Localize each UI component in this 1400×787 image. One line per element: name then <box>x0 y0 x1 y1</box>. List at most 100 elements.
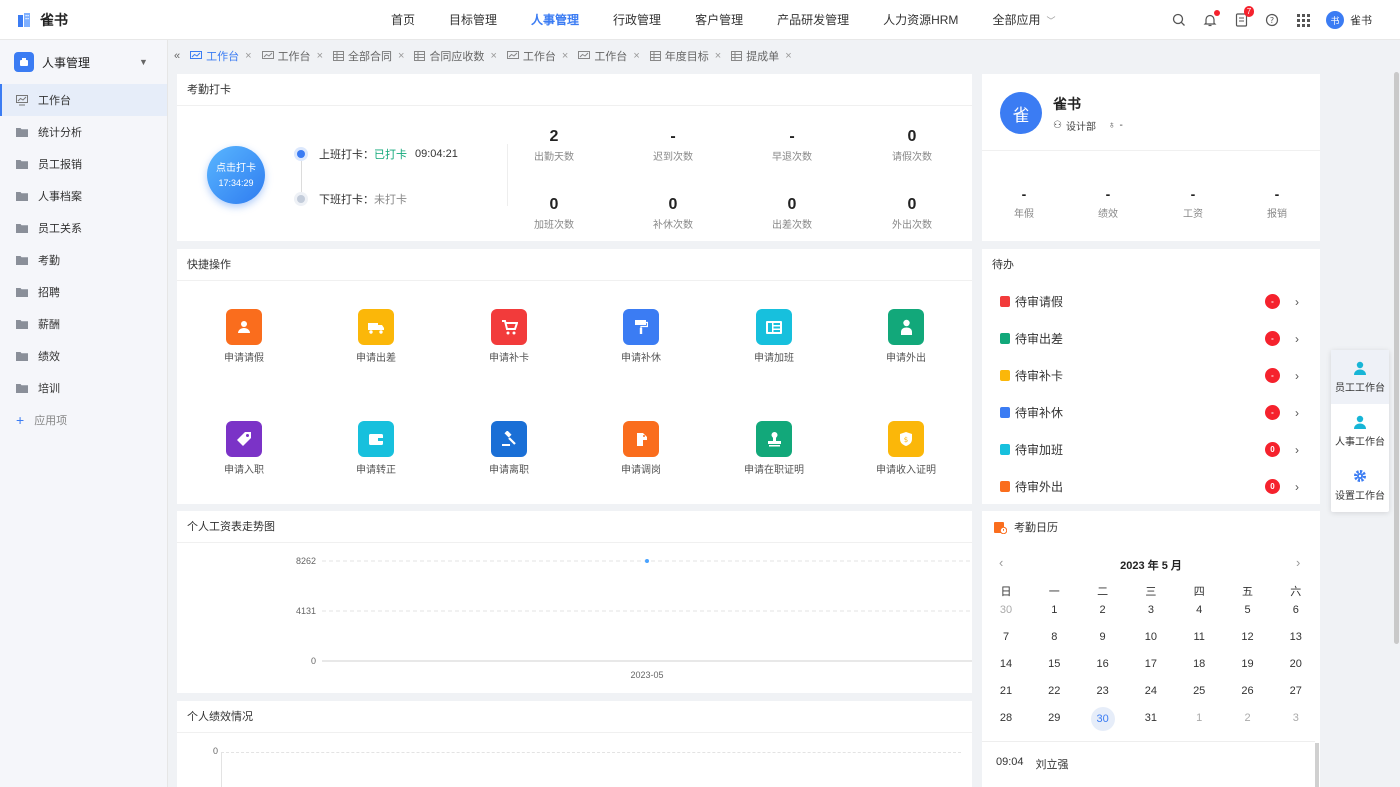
tab-workbench[interactable]: 工作台 × <box>190 48 252 64</box>
tab-workbench-2[interactable]: 工作台 × <box>261 48 323 64</box>
todo-item-overtime[interactable]: 待审加班 0 › <box>1000 441 1310 458</box>
calendar-day[interactable]: 16 <box>1088 658 1118 670</box>
calendar-day[interactable]: 23 <box>1088 685 1118 697</box>
calendar-scrollbar[interactable] <box>1315 743 1319 787</box>
calendar-day-today[interactable]: 30 <box>1090 707 1115 731</box>
sidebar-item-salary[interactable]: 薪酬 <box>0 308 167 340</box>
close-icon[interactable]: × <box>398 50 404 62</box>
close-icon[interactable]: × <box>490 50 496 62</box>
calendar-day[interactable]: 21 <box>991 685 1021 697</box>
calendar-day[interactable]: 27 <box>1281 685 1311 697</box>
hr-workbench-button[interactable]: 人事工作台 <box>1331 404 1389 458</box>
calendar-day[interactable]: 26 <box>1233 685 1263 697</box>
close-icon[interactable]: × <box>785 50 791 62</box>
tab-commission[interactable]: 提成单 × <box>731 48 792 64</box>
quick-apply-onboard[interactable]: 申请入职 <box>199 421 289 476</box>
calendar-day[interactable]: 14 <box>991 658 1021 670</box>
calendar-day[interactable]: 10 <box>1136 631 1166 643</box>
topnav-home[interactable]: 首页 <box>374 0 432 40</box>
calendar-day[interactable]: 9 <box>1088 631 1118 643</box>
sidebar-item-workbench[interactable]: 工作台 <box>0 84 167 116</box>
quick-apply-transfer[interactable]: 申请调岗 <box>596 421 686 476</box>
calendar-day[interactable]: 24 <box>1136 685 1166 697</box>
quick-apply-card-fix[interactable]: 申请补卡 <box>464 309 554 364</box>
sidebar-item-attendance[interactable]: 考勤 <box>0 244 167 276</box>
calendar-day[interactable]: 13 <box>1281 631 1311 643</box>
user-menu[interactable]: 书雀书 <box>1326 11 1372 29</box>
settings-workbench-button[interactable]: 设置工作台 <box>1331 458 1389 512</box>
tab-annual-goals[interactable]: 年度目标 × <box>649 48 721 64</box>
close-icon[interactable]: × <box>317 50 323 62</box>
data-point[interactable] <box>645 559 649 563</box>
calendar-day[interactable]: 2 <box>1233 712 1263 724</box>
calendar-day[interactable]: 20 <box>1281 658 1311 670</box>
tab-contracts[interactable]: 全部合同 × <box>333 48 404 64</box>
calendar-day[interactable]: 3 <box>1281 712 1311 724</box>
next-month-icon[interactable]: › <box>1296 555 1300 570</box>
tab-workbench-3[interactable]: 工作台 × <box>506 48 568 64</box>
calendar-day[interactable]: 3 <box>1136 604 1166 616</box>
topnav-hr[interactable]: 人事管理 <box>514 0 596 40</box>
calendar-day[interactable]: 11 <box>1184 631 1214 643</box>
sidebar-item-stats[interactable]: 统计分析 <box>0 116 167 148</box>
close-icon[interactable]: × <box>633 50 639 62</box>
quick-apply-leave[interactable]: 申请请假 <box>199 309 289 364</box>
topnav-all-apps[interactable]: 全部应用 ﹀ <box>975 0 1072 40</box>
topnav-customers[interactable]: 客户管理 <box>678 0 760 40</box>
todo-item-trip[interactable]: 待审出差 - › <box>1000 330 1310 347</box>
help-icon[interactable]: ? <box>1264 12 1280 28</box>
calendar-day[interactable]: 7 <box>991 631 1021 643</box>
calendar-day[interactable]: 17 <box>1136 658 1166 670</box>
collapse-tabs-icon[interactable]: « <box>174 50 180 62</box>
sidebar-item-records[interactable]: 人事档案 <box>0 180 167 212</box>
calendar-day[interactable]: 30 <box>991 604 1021 616</box>
calendar-day[interactable]: 6 <box>1281 604 1311 616</box>
todo-item-leave[interactable]: 待审请假 - › <box>1000 293 1310 310</box>
close-icon[interactable]: × <box>245 50 251 62</box>
quick-apply-regularize[interactable]: 申请转正 <box>331 421 421 476</box>
calendar-day[interactable]: 2 <box>1088 604 1118 616</box>
topnav-goals[interactable]: 目标管理 <box>432 0 514 40</box>
calendar-day[interactable]: 1 <box>1039 604 1069 616</box>
quick-apply-comp-off[interactable]: 申请补休 <box>596 309 686 364</box>
calendar-day[interactable]: 15 <box>1039 658 1069 670</box>
punch-button[interactable]: 点击打卡 17:34:29 <box>207 146 265 204</box>
quick-apply-trip[interactable]: 申请出差 <box>331 309 421 364</box>
calendar-day[interactable]: 31 <box>1136 712 1166 724</box>
page-scrollbar[interactable] <box>1394 72 1399 644</box>
module-selector[interactable]: 人事管理 ▼ <box>0 40 167 84</box>
quick-apply-resign[interactable]: 申请离职 <box>464 421 554 476</box>
search-icon[interactable] <box>1171 12 1187 28</box>
calendar-day[interactable]: 19 <box>1233 658 1263 670</box>
topnav-rnd[interactable]: 产品研发管理 <box>760 0 866 40</box>
sidebar-item-performance[interactable]: 绩效 <box>0 340 167 372</box>
calendar-day[interactable]: 4 <box>1184 604 1214 616</box>
todo-item-card-fix[interactable]: 待审补卡 - › <box>1000 367 1310 384</box>
calendar-day[interactable]: 22 <box>1039 685 1069 697</box>
sidebar-item-training[interactable]: 培训 <box>0 372 167 404</box>
document-icon[interactable]: 7 <box>1233 6 1254 28</box>
calendar-day[interactable]: 12 <box>1233 631 1263 643</box>
quick-apply-income-cert[interactable]: $ 申请收入证明 <box>861 421 951 476</box>
sidebar-item-relations[interactable]: 员工关系 <box>0 212 167 244</box>
quick-apply-employment-cert[interactable]: 申请在职证明 <box>729 421 819 476</box>
apps-grid-icon[interactable] <box>1295 12 1311 28</box>
tab-workbench-4[interactable]: 工作台 × <box>578 48 640 64</box>
calendar-day[interactable]: 28 <box>991 712 1021 724</box>
bell-icon[interactable] <box>1202 10 1220 28</box>
calendar-day[interactable]: 25 <box>1184 685 1214 697</box>
calendar-day[interactable]: 5 <box>1233 604 1263 616</box>
quick-apply-overtime[interactable]: 申请加班 <box>729 309 819 364</box>
calendar-day[interactable]: 8 <box>1039 631 1069 643</box>
calendar-day[interactable]: 1 <box>1184 712 1214 724</box>
quick-apply-outing[interactable]: 申请外出 <box>861 309 951 364</box>
topnav-hrm[interactable]: 人力资源HRM <box>866 0 975 40</box>
todo-item-comp-off[interactable]: 待审补休 - › <box>1000 404 1310 421</box>
topnav-admin[interactable]: 行政管理 <box>596 0 678 40</box>
calendar-day[interactable]: 18 <box>1184 658 1214 670</box>
close-icon[interactable]: × <box>562 50 568 62</box>
sidebar-item-recruit[interactable]: 招聘 <box>0 276 167 308</box>
app-logo[interactable]: 雀书 <box>16 10 68 30</box>
add-app-button[interactable]: + 应用项 <box>0 404 167 436</box>
tab-receivables[interactable]: 合同应收数 × <box>414 48 497 64</box>
